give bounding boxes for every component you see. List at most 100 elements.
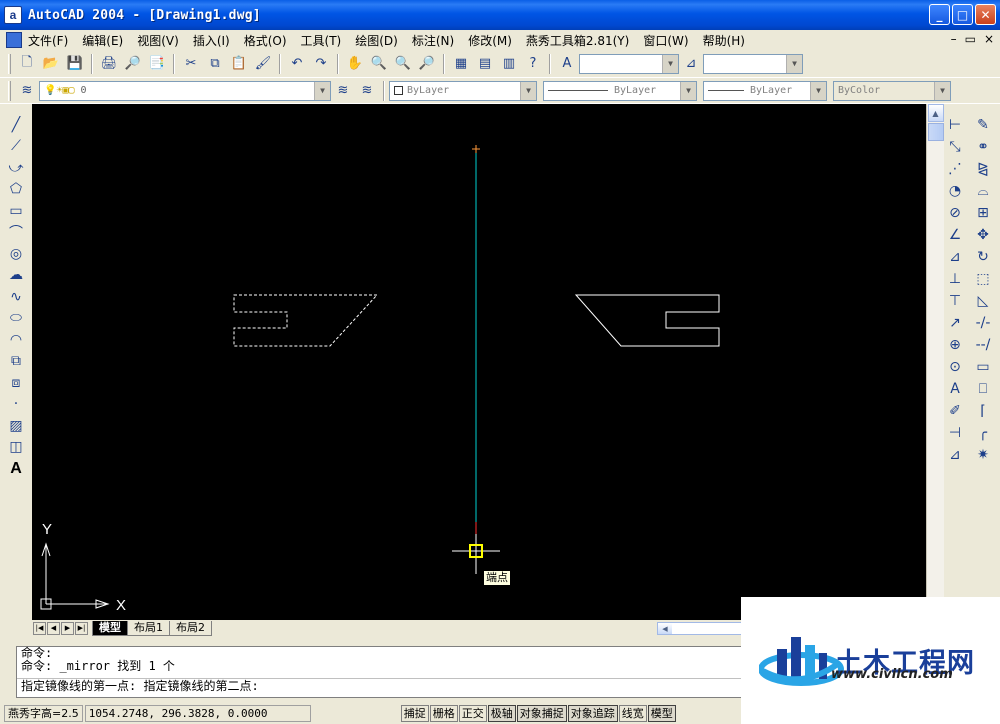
rotate-icon[interactable]: ↻ — [972, 246, 994, 268]
scale-icon[interactable]: ⬚ — [972, 268, 994, 290]
aligned-dim-icon[interactable]: ⤡ — [944, 136, 966, 158]
zoom-realtime-icon[interactable]: 🔍 — [369, 54, 389, 74]
radius-dim-icon[interactable]: ◔ — [944, 180, 966, 202]
arc-icon[interactable]: ⌒ — [5, 222, 27, 244]
maximize-button[interactable]: □ — [952, 4, 973, 25]
construction-line-icon[interactable]: ⟋ — [5, 136, 27, 158]
otrack-toggle[interactable]: 对象追踪 — [567, 704, 618, 722]
tool-palettes-icon[interactable]: ▥ — [499, 54, 519, 74]
vertical-scrollbar[interactable]: ▲ — [926, 104, 944, 620]
menu-help[interactable]: 帮助(H) — [703, 32, 745, 49]
fillet-icon[interactable]: ╭ — [972, 422, 994, 444]
copy-object-icon[interactable]: ⚭ — [972, 136, 994, 158]
document-icon[interactable] — [6, 32, 22, 48]
properties-icon[interactable]: ▦ — [451, 54, 471, 74]
point-icon[interactable]: · — [5, 394, 27, 416]
linetype-combo[interactable]: ByLayer ▼ — [543, 80, 697, 101]
plot-preview-icon[interactable]: 🔎 — [123, 54, 143, 74]
dim-text-edit-icon[interactable]: ✐ — [944, 400, 966, 422]
rectangle-icon[interactable]: ▭ — [5, 200, 27, 222]
linear-dim-icon[interactable]: ⊢ — [944, 114, 966, 136]
scroll-up-arrow-icon[interactable]: ▲ — [927, 104, 944, 122]
ellipse-icon[interactable]: ⬭ — [5, 308, 27, 330]
dim-style-manager-icon[interactable]: ⊿ — [944, 444, 966, 466]
close-button[interactable]: ✕ — [975, 4, 996, 25]
make-block-icon[interactable]: ⧈ — [5, 372, 27, 394]
insert-block-icon[interactable]: ⧉ — [5, 351, 27, 373]
chamfer-icon[interactable]: ⌈ — [972, 400, 994, 422]
menu-view[interactable]: 视图(V) — [137, 32, 179, 49]
dim-update-icon[interactable]: ⊣ — [944, 422, 966, 444]
pan-icon[interactable]: ✋ — [345, 54, 365, 74]
menu-dimension[interactable]: 标注(N) — [412, 32, 454, 49]
cut-icon[interactable]: ✂ — [181, 54, 201, 74]
explode-icon[interactable]: ✷ — [972, 444, 994, 466]
text-style-icon[interactable]: A — [557, 54, 577, 74]
next-tab-icon[interactable]: ▶ — [61, 621, 74, 635]
dim-edit-icon[interactable]: A — [944, 378, 966, 400]
menu-format[interactable]: 格式(O) — [244, 32, 287, 49]
center-mark-icon[interactable]: ⊙ — [944, 356, 966, 378]
break-at-point-icon[interactable]: ⎕ — [972, 378, 994, 400]
mdi-restore-button[interactable]: ▭ — [965, 32, 976, 46]
hatch-icon[interactable]: ▨ — [5, 415, 27, 437]
menu-modify[interactable]: 修改(M) — [468, 32, 512, 49]
tab-layout1[interactable]: 布局1 — [127, 620, 170, 636]
last-tab-icon[interactable]: ▶| — [75, 621, 88, 635]
mdi-minimize-button[interactable]: – — [951, 32, 957, 46]
plot-icon[interactable]: 🖨 — [99, 54, 119, 74]
menu-edit[interactable]: 编辑(E) — [82, 32, 123, 49]
layer-previous-icon[interactable]: ≋ — [357, 81, 377, 101]
multiline-text-icon[interactable]: A — [5, 458, 27, 480]
command-window[interactable]: 命令: 命令: _mirror 找到 1 个 指定镜像线的第一点: 指定镜像线的… — [16, 646, 744, 698]
drawing-area[interactable]: Y X — [32, 104, 926, 620]
tab-model[interactable]: 模型 — [92, 620, 128, 636]
tab-layout2[interactable]: 布局2 — [169, 620, 212, 636]
polyline-icon[interactable]: ⤻ — [5, 157, 27, 179]
model-toggle[interactable]: 模型 — [647, 704, 676, 722]
menu-insert[interactable]: 插入(I) — [193, 32, 230, 49]
diameter-dim-icon[interactable]: ⊘ — [944, 202, 966, 224]
trim-icon[interactable]: -/- — [972, 312, 994, 334]
menu-file[interactable]: 文件(F) — [28, 32, 68, 49]
color-combo[interactable]: ByLayer ▼ — [389, 80, 537, 101]
dim-style-icon[interactable]: ⊿ — [681, 54, 701, 74]
publish-icon[interactable]: 📑 — [147, 54, 167, 74]
selected-shape[interactable] — [233, 294, 379, 347]
erase-icon[interactable]: ✎ — [972, 114, 994, 136]
quick-dim-icon[interactable]: ⊿ — [944, 246, 966, 268]
baseline-dim-icon[interactable]: ⊥ — [944, 268, 966, 290]
prev-tab-icon[interactable]: ◀ — [47, 621, 60, 635]
move-icon[interactable]: ✥ — [972, 224, 994, 246]
mdi-close-button[interactable]: × — [984, 32, 994, 46]
scroll-left-arrow-icon[interactable]: ◀ — [658, 623, 672, 634]
match-properties-icon[interactable]: 🖌 — [253, 54, 273, 74]
lineweight-combo[interactable]: ByLayer ▼ — [703, 80, 827, 101]
snap-toggle[interactable]: 捕捉 — [400, 704, 429, 722]
undo-icon[interactable]: ↶ — [287, 54, 307, 74]
region-icon[interactable]: ◫ — [5, 437, 27, 459]
mirror-icon[interactable]: ⧎ — [972, 158, 994, 180]
save-icon[interactable]: 💾 — [65, 54, 85, 74]
open-file-icon[interactable]: 📂 — [41, 54, 61, 74]
first-tab-icon[interactable]: |◀ — [33, 621, 46, 635]
extend-icon[interactable]: --/ — [972, 334, 994, 356]
new-file-icon[interactable]: 🗋 — [17, 54, 37, 74]
command-prompt[interactable]: 指定镜像线的第一点: 指定镜像线的第二点: — [17, 678, 743, 693]
offset-icon[interactable]: ⌓ — [972, 180, 994, 202]
redo-icon[interactable]: ↷ — [311, 54, 331, 74]
lineweight-toggle[interactable]: 线宽 — [618, 704, 647, 722]
zoom-previous-icon[interactable]: 🔎 — [417, 54, 437, 74]
copy-icon[interactable]: ⧉ — [205, 54, 225, 74]
angular-dim-icon[interactable]: ∠ — [944, 224, 966, 246]
design-center-icon[interactable]: ▤ — [475, 54, 495, 74]
coordinate-readout[interactable]: 1054.2748, 296.3828, 0.0000 — [84, 704, 311, 722]
revision-cloud-icon[interactable]: ☁ — [5, 265, 27, 287]
menu-yanxiu-toolbox[interactable]: 燕秀工具箱2.81(Y) — [526, 32, 629, 49]
tolerance-icon[interactable]: ⊕ — [944, 334, 966, 356]
menu-tools[interactable]: 工具(T) — [301, 32, 342, 49]
menu-window[interactable]: 窗口(W) — [643, 32, 688, 49]
ordinate-dim-icon[interactable]: ⋰ — [944, 158, 966, 180]
ellipse-arc-icon[interactable]: ◠ — [5, 329, 27, 351]
array-icon[interactable]: ⊞ — [972, 202, 994, 224]
